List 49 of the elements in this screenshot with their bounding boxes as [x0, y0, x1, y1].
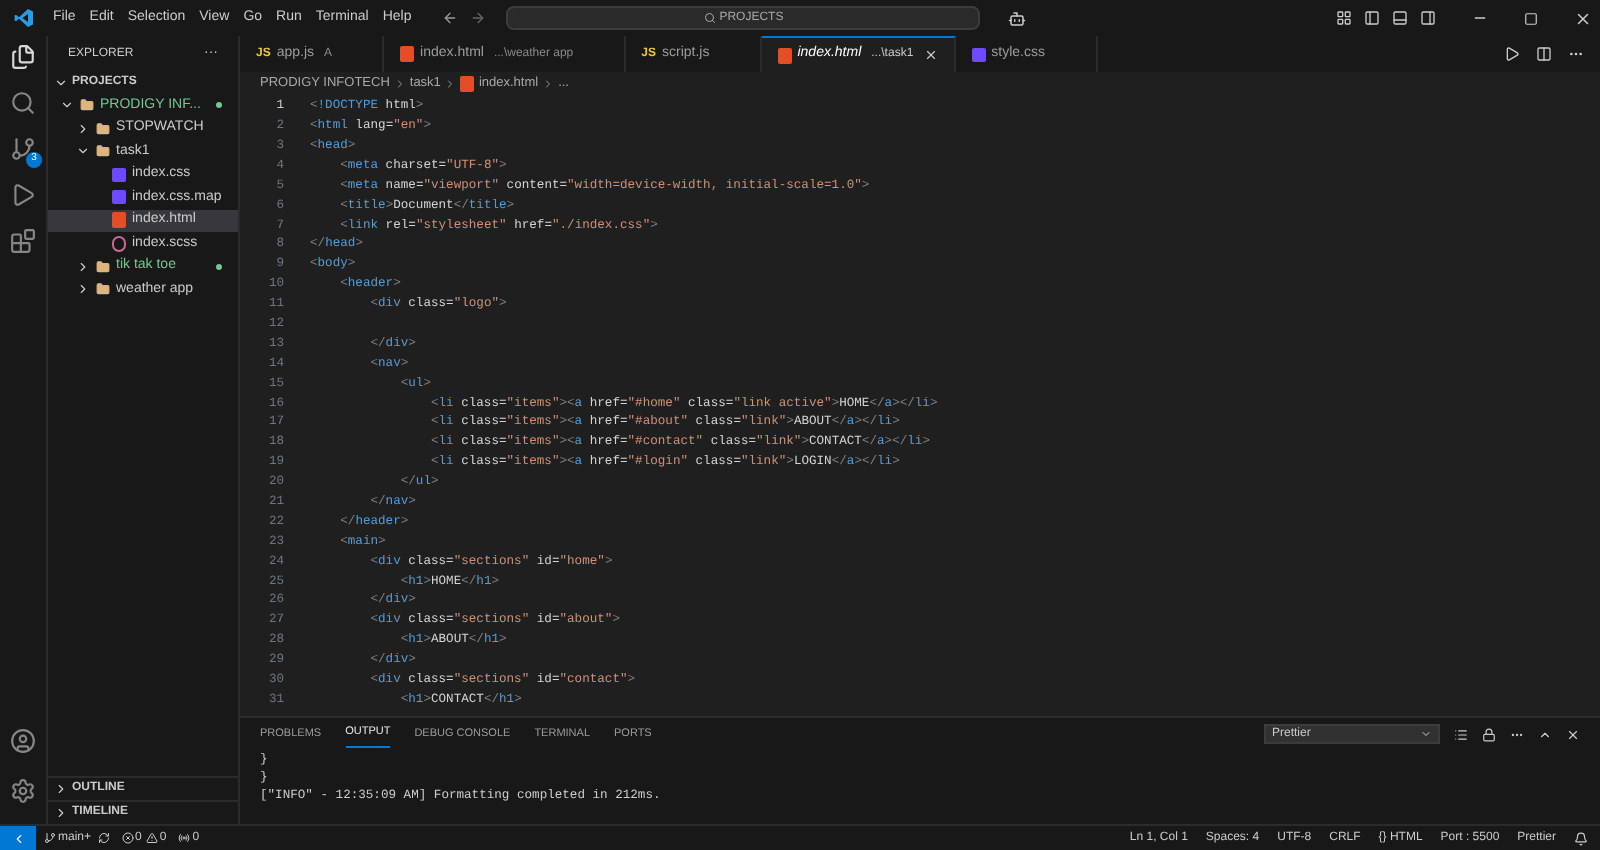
run-debug-icon[interactable] — [10, 182, 36, 208]
folder-icon — [96, 144, 110, 159]
split-editor-icon[interactable] — [1536, 46, 1552, 62]
maximize-panel-icon[interactable] — [1538, 727, 1552, 741]
sync-icon[interactable] — [97, 832, 110, 844]
search-icon — [703, 12, 716, 24]
folder-icon — [96, 259, 110, 274]
css-file-icon — [971, 47, 986, 61]
extensions-icon[interactable] — [10, 228, 36, 254]
notifications-icon[interactable] — [1574, 831, 1588, 845]
folder-icon — [96, 121, 110, 136]
explorer-icon[interactable] — [10, 44, 36, 70]
close-icon[interactable] — [1574, 9, 1592, 27]
back-arrow-icon[interactable] — [442, 10, 459, 26]
html-file-icon — [777, 47, 792, 63]
chevron-down-icon — [1420, 728, 1432, 740]
chevron-right-icon — [76, 121, 90, 136]
folder-icon — [80, 98, 94, 113]
html-file-icon — [112, 212, 126, 229]
forward-arrow-icon[interactable] — [470, 10, 487, 26]
settings-icon[interactable] — [10, 778, 36, 804]
chevron-right-icon — [444, 78, 457, 90]
account-icon[interactable] — [10, 728, 36, 754]
vscode-logo-icon — [14, 8, 34, 28]
chevron-right-icon — [393, 78, 406, 90]
run-icon[interactable] — [1504, 46, 1520, 62]
maximize-icon[interactable] — [1524, 11, 1538, 25]
toggle-panel-icon[interactable] — [1392, 10, 1408, 26]
branch-icon — [44, 832, 56, 844]
ports-icon — [178, 832, 191, 844]
chevron-right-icon — [542, 78, 555, 90]
close-tab-icon[interactable] — [923, 48, 938, 62]
html-file-icon — [460, 76, 475, 92]
source-control-icon[interactable] — [10, 136, 36, 162]
error-icon — [121, 832, 134, 844]
toggle-secondary-sidebar-icon[interactable] — [1420, 10, 1436, 26]
close-panel-icon[interactable] — [1566, 727, 1580, 741]
toggle-sidebar-icon[interactable] — [1364, 10, 1380, 26]
search-icon[interactable] — [10, 90, 36, 116]
folder-icon — [96, 282, 110, 297]
warning-icon — [145, 832, 158, 844]
lock-icon[interactable] — [1482, 727, 1496, 741]
sass-file-icon — [112, 235, 126, 252]
copilot-icon[interactable] — [1008, 9, 1027, 27]
remote-icon — [11, 831, 25, 845]
chevron-down-icon — [76, 144, 90, 159]
html-file-icon — [400, 46, 415, 62]
list-icon[interactable] — [1454, 727, 1468, 741]
layout-icon[interactable] — [1336, 10, 1352, 26]
